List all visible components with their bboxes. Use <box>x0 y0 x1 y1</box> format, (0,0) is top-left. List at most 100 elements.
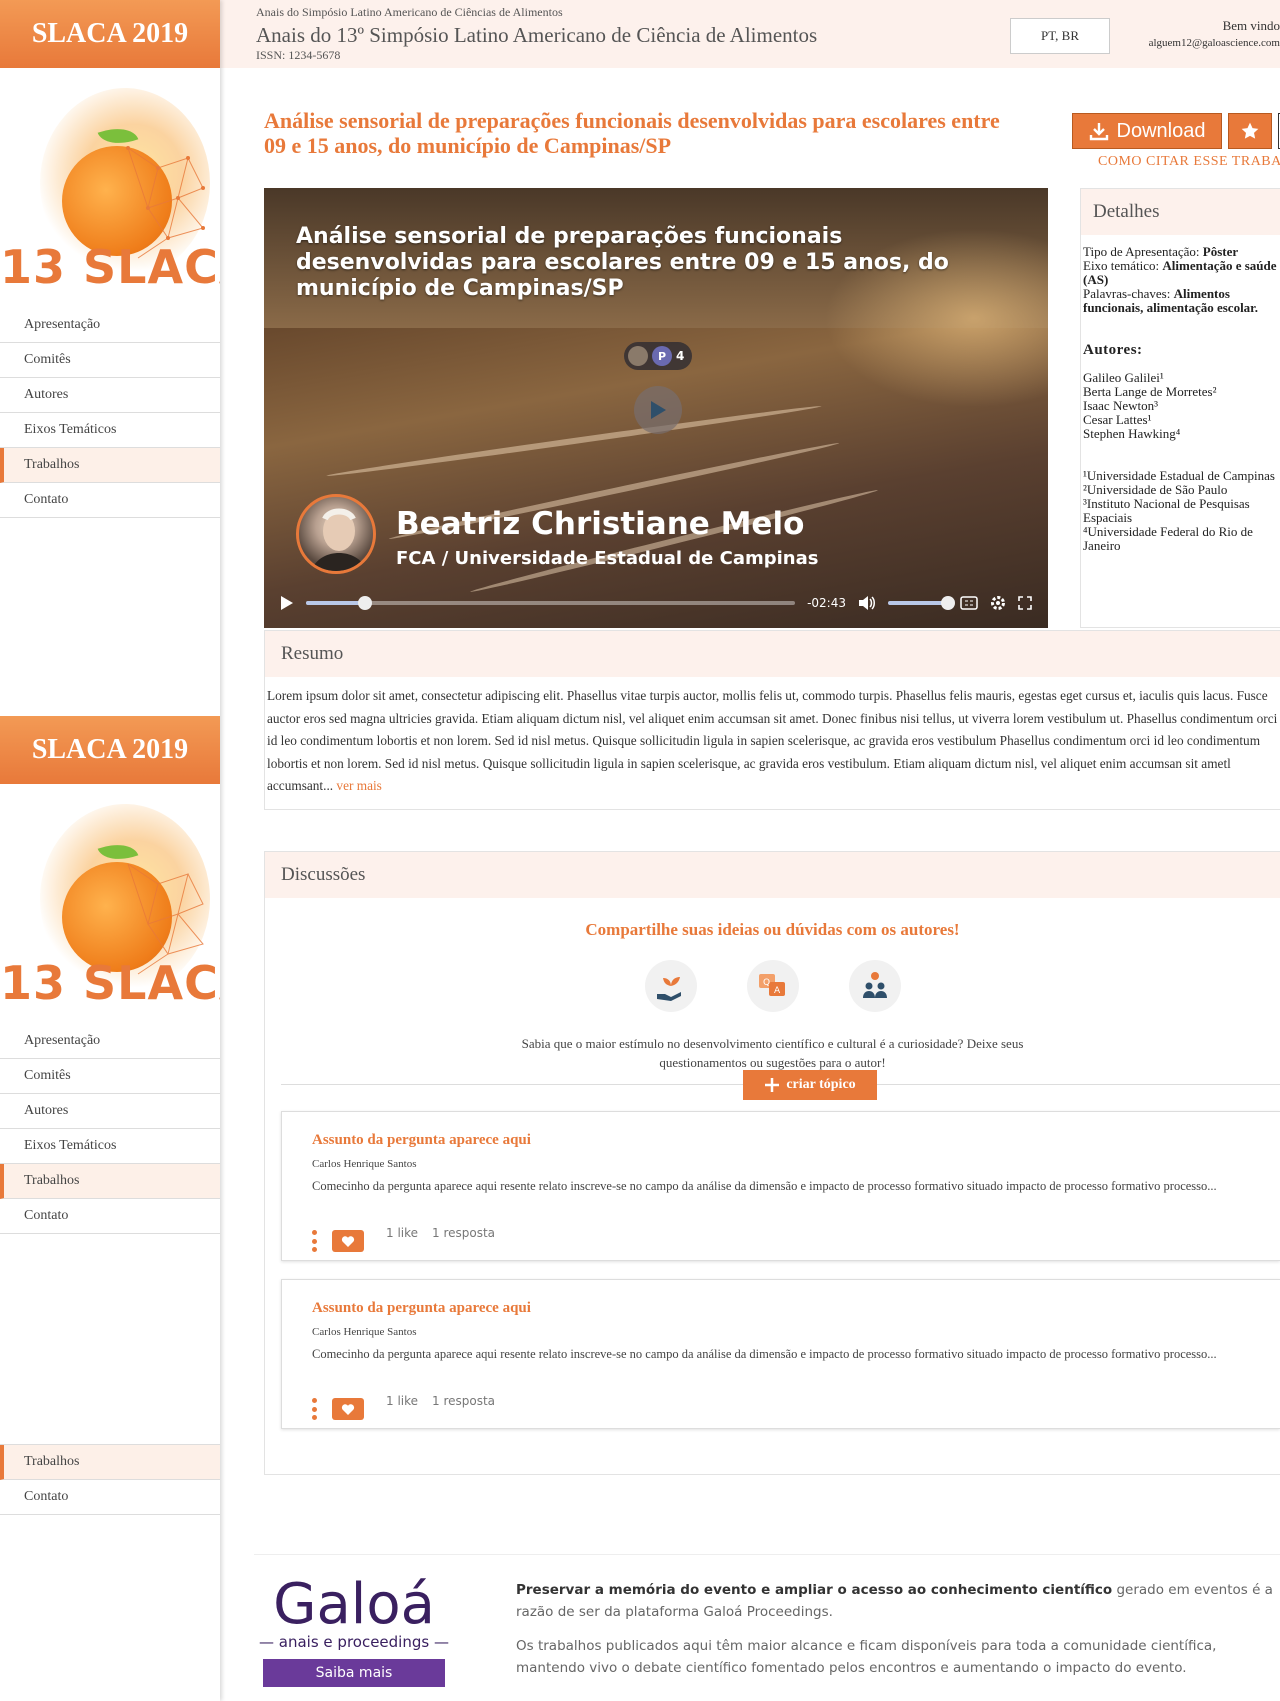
settings-button[interactable] <box>990 595 1006 611</box>
footer-text: Preservar a memória do evento e ampliar … <box>516 1579 1280 1679</box>
nav-eixos[interactable]: Eixos Temáticos <box>0 413 220 448</box>
gear-icon <box>991 596 1005 610</box>
author-name[interactable]: Stephen Hawking⁴ <box>1083 427 1280 441</box>
details-heading: Detalhes <box>1081 189 1280 235</box>
topic-menu-button[interactable] <box>312 1398 318 1420</box>
progress-bar[interactable] <box>306 596 796 610</box>
author-name[interactable]: Berta Lange de Morretes² <box>1083 385 1280 399</box>
galoa-logo[interactable]: Galoá — anais e proceedings — Saiba mais <box>254 1575 454 1687</box>
volume-slider[interactable] <box>888 596 955 610</box>
people-icon <box>848 960 901 1012</box>
play-overlay-button[interactable] <box>634 386 682 434</box>
author-name[interactable]: Galileo Galilei¹ <box>1083 371 1280 385</box>
download-icon <box>1089 123 1108 141</box>
user-email: alguem12@galoascience.com <box>1148 37 1280 49</box>
read-more-link[interactable]: ver mais <box>336 778 381 793</box>
abstract-text: Lorem ipsum dolor sit amet, consectetur … <box>265 677 1280 798</box>
nav-contato[interactable]: Contato <box>0 483 220 518</box>
topic-title[interactable]: Assunto da pergunta aparece aqui <box>312 1300 531 1317</box>
progress-handle[interactable] <box>357 596 372 610</box>
learn-more-button[interactable]: Saiba mais <box>263 1659 445 1687</box>
topic-card[interactable]: Assunto da pergunta aparece aqui Carlos … <box>281 1279 1280 1429</box>
heart-icon <box>341 1404 355 1415</box>
volume-icon <box>859 596 875 610</box>
issn: ISSN: 1234-5678 <box>256 48 341 62</box>
topic-excerpt: Comecinho da pergunta aparece aqui resen… <box>312 1347 1217 1361</box>
nav-trabalhos[interactable]: Trabalhos <box>0 448 220 483</box>
like-count: 1 like <box>386 1226 419 1240</box>
presentation-type: Tipo de Apresentação: Pôster <box>1083 244 1239 259</box>
galoa-tagline: — anais e proceedings — <box>259 1633 449 1651</box>
user-welcome[interactable]: Bem vindo alguem12@galoascience.com <box>1140 18 1280 49</box>
create-topic-button[interactable]: criar tópico <box>743 1070 877 1100</box>
paper-title: Análise sensorial de preparações funcion… <box>264 108 1000 158</box>
proceedings-title[interactable]: Anais do 13º Simpósio Latino Americano d… <box>256 23 817 48</box>
svg-text:Q: Q <box>763 978 770 988</box>
create-topic-label: criar tópico <box>786 1077 856 1092</box>
nav-trabalhos[interactable]: Trabalhos <box>0 1445 220 1480</box>
viewer-avatar-initial: P <box>652 346 672 366</box>
galoa-wordmark: Galoá <box>273 1572 435 1637</box>
nav-apresentacao[interactable]: Apresentação <box>0 1024 220 1059</box>
proceedings-kicker: Anais do Simpósio Latino Americano de Ci… <box>256 5 563 19</box>
viewer-count: 4 <box>676 349 685 363</box>
abstract-panel: Resumo Lorem ipsum dolor sit amet, conse… <box>264 630 1280 810</box>
nav-contato[interactable]: Contato <box>0 1199 220 1234</box>
nav-trabalhos[interactable]: Trabalhos <box>0 1164 220 1199</box>
event-logo-repeat[interactable]: 13 SLACA <box>0 784 220 1024</box>
fullscreen-icon <box>1018 596 1032 610</box>
author-name[interactable]: Cesar Lattes¹ <box>1083 413 1280 427</box>
favorite-button[interactable] <box>1228 113 1272 149</box>
volume-handle[interactable] <box>941 596 955 610</box>
like-button[interactable] <box>332 1398 364 1420</box>
discussions-text: Sabia que o maior estímulo no desenvolvi… <box>521 1036 1024 1070</box>
keywords: Palavras-chaves: Alimentos funcionais, a… <box>1083 286 1259 315</box>
nav-eixos[interactable]: Eixos Temáticos <box>0 1129 220 1164</box>
nav-contato[interactable]: Contato <box>0 1480 220 1515</box>
sidebar: SLACA 2019 13 SLACA Apresentação Comitês… <box>0 0 220 1701</box>
download-button[interactable]: Download <box>1072 113 1222 149</box>
star-icon <box>1241 122 1259 139</box>
volume-button[interactable] <box>858 595 876 611</box>
qa-icon: QA <box>746 960 799 1012</box>
nav-comites[interactable]: Comitês <box>0 343 220 378</box>
reply-count[interactable]: 1 resposta <box>432 1394 495 1408</box>
authors-heading: Autores: <box>1083 342 1143 358</box>
sidebar-brand[interactable]: SLACA 2019 <box>0 0 220 68</box>
author-name[interactable]: Isaac Newton³ <box>1083 399 1280 413</box>
topic-title[interactable]: Assunto da pergunta aparece aqui <box>312 1132 531 1149</box>
nav-apresentacao[interactable]: Apresentação <box>0 308 220 343</box>
nav-autores[interactable]: Autores <box>0 1094 220 1129</box>
discussions-call: Compartilhe suas ideias ou dúvidas com o… <box>585 920 960 939</box>
nav-comites[interactable]: Comitês <box>0 1059 220 1094</box>
sidebar-nav-tail: Trabalhos Contato <box>0 1444 220 1515</box>
nav-autores[interactable]: Autores <box>0 378 220 413</box>
authors-list: Galileo Galilei¹ Berta Lange de Morretes… <box>1083 371 1280 441</box>
video-controls: -02:43 <box>264 578 1048 628</box>
institution: ³Instituto Nacional de Pesquisas Espacia… <box>1083 496 1250 525</box>
language-selector[interactable]: PT, BR <box>1010 18 1110 54</box>
presenter-name: Beatriz Christiane Melo <box>396 506 805 542</box>
time-remaining: -02:43 <box>807 596 846 610</box>
institution: ⁴Universidade Federal do Rio de Janeiro <box>1083 524 1253 553</box>
play-button[interactable] <box>280 595 294 611</box>
play-icon <box>651 401 666 419</box>
discussions-heading: Discussões <box>265 852 1280 898</box>
sidebar-brand-repeat[interactable]: SLACA 2019 <box>0 716 220 784</box>
video-player[interactable]: Análise sensorial de preparações funcion… <box>264 188 1048 628</box>
reply-count[interactable]: 1 resposta <box>432 1226 495 1240</box>
institution: ²Universidade de São Paulo <box>1083 482 1228 497</box>
fullscreen-button[interactable] <box>1018 596 1032 610</box>
discussions-panel: Discussões Compartilhe suas ideias ou dú… <box>264 851 1280 1475</box>
progress-fill <box>306 601 365 605</box>
cite-link[interactable]: COMO CITAR ESSE TRABALHO <box>1098 154 1280 170</box>
viewers-badge[interactable]: P 4 <box>624 342 693 370</box>
event-logo[interactable]: 13 SLACA <box>0 68 220 308</box>
like-button[interactable] <box>332 1230 364 1252</box>
topic-menu-button[interactable] <box>312 1230 318 1252</box>
topic-card[interactable]: Assunto da pergunta aparece aqui Carlos … <box>281 1111 1280 1261</box>
logo-text: 13 SLACA <box>0 956 220 1010</box>
thematic-axis: Eixo temático: Alimentação e saúde (AS) <box>1083 258 1277 287</box>
captions-button[interactable] <box>960 596 978 610</box>
video-title: Análise sensorial de preparações funcion… <box>296 224 949 301</box>
